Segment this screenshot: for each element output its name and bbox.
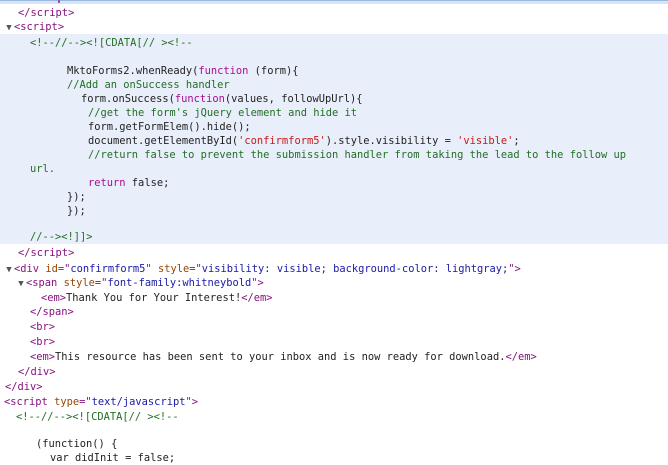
attr-equals: =" (79, 396, 92, 408)
code-comment-return-false-wrap: url. (30, 163, 56, 175)
code-keyword: function (198, 65, 249, 77)
dom-node-em-resource[interactable]: <em>This resource has been sent to your … (30, 350, 537, 364)
dom-node-script-js[interactable]: <script type="text/javascript"> (4, 395, 198, 409)
dom-node-close-span[interactable]: </span> (30, 305, 74, 319)
dom-node-close-script-2[interactable]: </script> (18, 246, 74, 260)
thank-you-text: Thank You for Your Interest! (66, 292, 242, 304)
tag-close-bracket: > (257, 277, 264, 289)
tag-name: div (30, 366, 50, 378)
attr-value: text/javascript (91, 396, 186, 408)
dom-node-close-div-1[interactable]: </div> (18, 365, 56, 379)
tag-name: br (36, 321, 49, 333)
dom-node-em-thank-you[interactable]: <em>Thank You for Your Interest!</em> (41, 291, 273, 305)
tag-name: em (47, 292, 60, 304)
tag-open: <em> (30, 351, 56, 363)
tag-open-bracket: </ (18, 7, 31, 19)
code-line-set-visibility: document.getElementById('confirmform5').… (88, 134, 520, 148)
code-line-close-inner: }); (67, 191, 86, 203)
tag-name: script (30, 247, 69, 259)
code-comment-add-handler: //Add an onSuccess handler (67, 79, 230, 91)
top-strip-marker (58, 0, 60, 3)
tag-close-bracket: > (514, 263, 521, 275)
attr-equals: =" (57, 263, 71, 275)
tag-name: em (253, 292, 267, 304)
tag-name: span (32, 277, 58, 289)
code-line-iife: (function() { (36, 438, 118, 450)
tag-name: script (30, 7, 69, 19)
tag-close: </em> (241, 292, 273, 304)
tag-open: <br> (30, 321, 56, 333)
code-line-hide-form: form.getFormElem().hide(); (88, 121, 251, 133)
tag-close: </div> (18, 366, 56, 378)
attr-value: confirmform5 (70, 263, 146, 275)
expand-triangle-icon[interactable]: ▼ (16, 277, 26, 291)
code-text: (form){ (248, 65, 299, 77)
dom-node-div-confirmform[interactable]: ▼ <div id="confirmform5" style="visibilit… (4, 262, 521, 276)
script-cdata-close: //--><!]]> (30, 231, 93, 243)
tag-open: <br> (30, 336, 56, 348)
code-text: false; (125, 177, 170, 189)
code-line-return: return false; (88, 176, 169, 190)
code-text: (values, followUpUrl){ (224, 93, 363, 105)
tag-name: span (42, 306, 68, 318)
code-line-on-success: form.onSuccess(function(values, followUp… (81, 92, 363, 106)
code-line-close-outer: }); (67, 205, 86, 217)
tag-name: em (36, 351, 49, 363)
code-text: ; (513, 135, 520, 147)
attr-name: style (157, 263, 190, 275)
tag-name: em (517, 351, 531, 363)
dom-node-close-div-2[interactable]: </div> (5, 380, 43, 394)
tag-close-bracket: > (57, 21, 65, 33)
code-text: MktoForms2.whenReady( (67, 65, 199, 77)
tag-name: br (36, 336, 49, 348)
attr-quote: " (145, 263, 152, 275)
expand-triangle-icon[interactable]: ▼ (4, 263, 14, 277)
attr-name: id (45, 263, 58, 275)
attr-name: style (63, 277, 95, 289)
code-keyword: return (88, 177, 126, 189)
tag-open-bracket: </ (18, 247, 31, 259)
dom-node-script-selected[interactable]: ▼ <script> (4, 20, 64, 34)
code-line-did-init: var didInit = false; (50, 452, 176, 464)
attr-equals: =" (189, 263, 202, 275)
attr-name: type (54, 396, 80, 408)
tag-close-bracket: > (191, 396, 198, 408)
tag-close-bracket: > (68, 247, 75, 259)
tag-name: script (20, 21, 58, 33)
code-comment-get-form: //get the form's jQuery element and hide… (88, 107, 357, 119)
code-line-when-ready: MktoForms2.whenReady(function (form){ (67, 64, 298, 78)
tag-name: script (10, 396, 48, 408)
dom-node-br-1[interactable]: <br> (30, 320, 55, 334)
attr-value: visibility: visible; background-color: l… (201, 263, 509, 275)
tag-name: div (20, 263, 40, 275)
tag-open: <em> (41, 292, 67, 304)
tag-close: </div> (5, 381, 43, 393)
tag-close-bracket: > (68, 7, 75, 19)
code-text: ).style.visibility = (325, 135, 458, 147)
top-scroll-strip (0, 0, 668, 4)
code-string: 'confirmform5' (238, 135, 326, 147)
top-border-line (0, 0, 668, 1)
attr-equals: =" (94, 277, 108, 289)
expand-triangle-icon[interactable]: ▼ (4, 21, 14, 35)
attr-value: font-family:whitneybold (107, 277, 252, 289)
tag-close: </span> (30, 306, 74, 318)
tag-close: </em> (505, 351, 537, 363)
dom-node-span[interactable]: ▼ <span style="font-family:whitneybold"> (16, 276, 264, 290)
code-text: document.getElementById( (88, 135, 239, 147)
dom-node-close-script-1[interactable]: </script> (18, 6, 74, 20)
code-text: form.onSuccess( (81, 93, 175, 105)
tag-name: div (17, 381, 37, 393)
dom-node-br-2[interactable]: <br> (30, 335, 55, 349)
code-comment-return-false: //return false to prevent the submission… (88, 149, 626, 161)
code-string: 'visible' (457, 135, 514, 147)
script2-cdata-open: <!--//--><![CDATA[// ><!-- (16, 411, 179, 423)
code-keyword: function (174, 93, 225, 105)
script-cdata-open: <!--//--><![CDATA[// ><!-- (30, 37, 193, 49)
resource-text: This resource has been sent to your inbo… (55, 351, 506, 363)
